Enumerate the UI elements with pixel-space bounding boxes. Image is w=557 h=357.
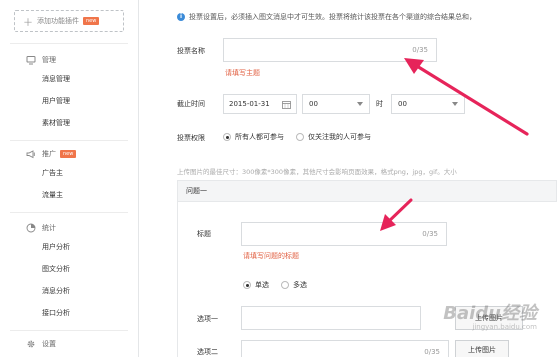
image-size-hint: 上传图片的最佳尺寸：300像素*300像素，其他尺寸会影响页面效果，格式png，… xyxy=(177,168,457,176)
chevron-down-icon xyxy=(452,102,458,106)
sidebar-item-message-analysis[interactable]: 消息分析 xyxy=(0,280,139,302)
minute-select[interactable]: 00 xyxy=(391,94,465,114)
hour-unit-label: 时 xyxy=(376,100,383,108)
notice-message: 投票设置后，必须插入图文消息中才可生效。投票将统计该投票在各个渠道的综合结果总和… xyxy=(189,13,476,21)
radio-empty-icon xyxy=(281,281,289,289)
option2-upload-button[interactable]: 上传图片 xyxy=(455,340,509,357)
deadline-label: 截止时间 xyxy=(177,100,205,108)
gear-icon xyxy=(27,340,35,348)
question-title-counter: 0/35 xyxy=(422,230,438,238)
multiple-choice-label: 多选 xyxy=(293,281,307,289)
question-title-label: 标题 xyxy=(197,230,211,238)
radio-empty-icon xyxy=(296,133,304,141)
vote-name-label: 投票名称 xyxy=(177,47,205,55)
add-plugin-button[interactable]: ＋ 添加功能插件 new xyxy=(14,10,124,32)
sidebar-item-user-analysis[interactable]: 用户分析 xyxy=(0,236,139,258)
plus-icon: ＋ xyxy=(23,17,33,29)
deadline-date-value: 2015-01-31 xyxy=(229,100,270,108)
multiple-choice-radio[interactable]: 多选 xyxy=(281,280,307,290)
option1-input[interactable] xyxy=(241,306,421,330)
info-icon: i xyxy=(177,13,185,21)
divider xyxy=(10,330,128,331)
permission-radio-followers[interactable]: 仅关注我的人可参与 xyxy=(296,132,371,142)
permission-all-label: 所有人都可参与 xyxy=(235,133,284,141)
radio-selected-icon xyxy=(223,133,231,141)
question-header: 问题一 xyxy=(177,180,557,202)
deadline-date-input[interactable]: 2015-01-31 xyxy=(223,94,297,114)
vote-name-input[interactable]: 0/35 xyxy=(223,38,437,62)
sidebar-section-settings: 设置 xyxy=(0,336,139,352)
megaphone-icon xyxy=(26,150,35,159)
divider xyxy=(10,212,128,213)
question-title: 问题一 xyxy=(186,187,207,195)
sidebar-item-materials[interactable]: 素材管理 xyxy=(0,112,139,134)
sidebar-item-users[interactable]: 用户管理 xyxy=(0,90,139,112)
sidebar-section-promote: 推广 new 广告主 流量主 xyxy=(0,146,139,206)
new-badge: new xyxy=(83,17,100,25)
sidebar-section-title: 管理 xyxy=(42,56,56,64)
chart-icon xyxy=(26,223,36,233)
permission-radio-all[interactable]: 所有人都可参与 xyxy=(223,132,284,142)
calendar-icon[interactable] xyxy=(282,100,291,109)
radio-selected-icon xyxy=(243,281,251,289)
sidebar-item-publisher[interactable]: 流量主 xyxy=(0,184,139,206)
notice-text: i 投票设置后，必须插入图文消息中才可生效。投票将统计该投票在各个渠道的综合结果… xyxy=(177,12,476,22)
vote-name-counter: 0/35 xyxy=(412,46,428,54)
sidebar-section-title: 推广 xyxy=(42,150,56,158)
option2-label: 选项二 xyxy=(197,348,218,356)
chevron-down-icon xyxy=(357,102,363,106)
question-title-input[interactable]: 0/35 xyxy=(241,222,447,246)
add-plugin-label: 添加功能插件 xyxy=(37,17,79,25)
sidebar-section-header: 统计 xyxy=(0,220,139,236)
new-badge: new xyxy=(60,150,77,158)
option1-label: 选项一 xyxy=(197,315,218,323)
divider xyxy=(10,140,128,141)
sidebar-item-advertiser[interactable]: 广告主 xyxy=(0,162,139,184)
upload-label: 上传图片 xyxy=(468,346,496,354)
single-choice-label: 单选 xyxy=(255,281,269,289)
single-choice-radio[interactable]: 单选 xyxy=(243,280,269,290)
divider xyxy=(10,43,128,44)
permission-label: 投票权限 xyxy=(177,134,205,142)
vote-name-error: 请填写主题 xyxy=(225,69,260,77)
sidebar-item-api-analysis[interactable]: 接口分析 xyxy=(0,302,139,324)
watermark-url: jingyan.baidu.com xyxy=(472,323,537,331)
option2-input[interactable]: 0/35 xyxy=(241,340,449,357)
baidu-jingyan-watermark: Baidu经验 jingyan.baidu.com xyxy=(443,299,537,331)
sidebar-section-header[interactable]: 设置 xyxy=(0,336,139,352)
monitor-icon xyxy=(26,56,36,65)
permission-followers-label: 仅关注我的人可参与 xyxy=(308,133,371,141)
sidebar-section-title: 设置 xyxy=(42,340,56,348)
watermark-brand: Baidu经验 xyxy=(443,303,537,324)
sidebar-item-article-analysis[interactable]: 图文分析 xyxy=(0,258,139,280)
hour-select[interactable]: 00 xyxy=(302,94,370,114)
sidebar-section-header: 管理 xyxy=(0,52,139,68)
option2-counter: 0/35 xyxy=(424,348,440,356)
question-title-error: 请填写问题的标题 xyxy=(243,252,299,260)
sidebar-section-title: 统计 xyxy=(42,224,56,232)
sidebar-item-messages[interactable]: 消息管理 xyxy=(0,68,139,90)
sidebar: ＋ 添加功能插件 new 管理 消息管理 用户管理 素材管理 推广 new 广告… xyxy=(0,0,139,357)
sidebar-section-header: 推广 new xyxy=(0,146,139,162)
minute-value: 00 xyxy=(398,100,407,108)
sidebar-section-manage: 管理 消息管理 用户管理 素材管理 xyxy=(0,52,139,134)
sidebar-section-stats: 统计 用户分析 图文分析 消息分析 接口分析 xyxy=(0,220,139,324)
hour-value: 00 xyxy=(309,100,318,108)
permission-options: 所有人都可参与 仅关注我的人可参与 xyxy=(223,132,371,142)
question-type-options: 单选 多选 xyxy=(243,280,307,290)
